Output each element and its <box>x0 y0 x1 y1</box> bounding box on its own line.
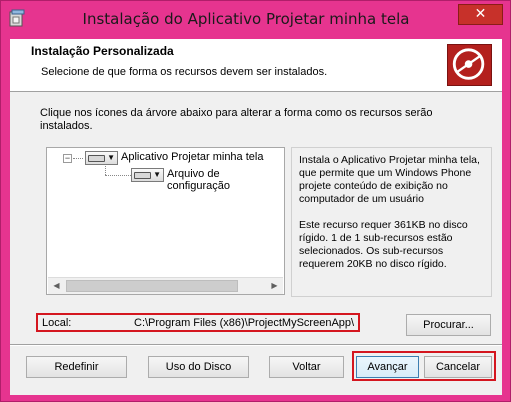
feature-state-dropdown[interactable]: ▼ <box>85 151 118 165</box>
chevron-down-icon: ▼ <box>153 170 161 179</box>
location-path: C:\Program Files (x86)\ProjectMyScreenAp… <box>134 317 355 329</box>
installer-icon <box>9 9 25 27</box>
instructions-text: Clique nos ícones da árvore abaixo para … <box>40 107 433 132</box>
reset-button[interactable]: Redefinir <box>26 356 127 378</box>
tree-connector <box>105 175 131 176</box>
horizontal-scrollbar[interactable]: ◀ ▶ <box>48 277 283 294</box>
cancel-button[interactable]: Cancelar <box>424 356 492 378</box>
tree-item-app[interactable]: Aplicativo Projetar minha tela <box>121 151 263 163</box>
close-button[interactable]: ✕ <box>458 4 503 25</box>
page-subtitle: Selecione de que forma os recursos devem… <box>41 66 328 78</box>
scroll-left-icon[interactable]: ◀ <box>48 278 65 294</box>
feature-description: Instala o Aplicativo Projetar minha tela… <box>291 147 492 297</box>
chevron-down-icon: ▼ <box>107 153 115 162</box>
location-box: Local: C:\Program Files (x86)\ProjectMyS… <box>36 313 360 332</box>
back-button[interactable]: Voltar <box>269 356 344 378</box>
next-button[interactable]: Avançar <box>356 356 419 378</box>
disc-icon <box>447 44 492 86</box>
installer-window: Instalação do Aplicativo Projetar minha … <box>0 0 511 402</box>
dialog-header: Instalação Personalizada Selecione de qu… <box>10 39 502 92</box>
browse-button[interactable]: Procurar... <box>406 314 491 336</box>
tree-connector <box>73 158 83 159</box>
collapse-icon[interactable]: − <box>63 154 72 163</box>
description-text: Instala o Aplicativo Projetar minha tela… <box>299 154 480 205</box>
requirements-text: Este recurso requer 361KB no disco rígid… <box>299 219 468 270</box>
title-bar[interactable]: Instalação do Aplicativo Projetar minha … <box>1 1 510 39</box>
drive-icon <box>88 155 105 162</box>
feature-state-dropdown[interactable]: ▼ <box>131 168 164 182</box>
footer-divider <box>10 344 502 346</box>
page-title: Instalação Personalizada <box>31 44 174 58</box>
dialog-body: Instalação Personalizada Selecione de qu… <box>10 39 502 395</box>
drive-icon <box>134 172 151 179</box>
location-label: Local: <box>42 317 72 329</box>
feature-tree[interactable]: − ▼ Aplicativo Projetar minha tela ▼ Arq… <box>46 147 285 295</box>
scrollbar-thumb[interactable] <box>66 280 238 292</box>
scroll-right-icon[interactable]: ▶ <box>266 278 283 294</box>
disk-usage-button[interactable]: Uso do Disco <box>148 356 249 378</box>
tree-connector <box>105 166 106 175</box>
window-title: Instalação do Aplicativo Projetar minha … <box>82 10 410 28</box>
tree-item-config[interactable]: Arquivo de configuração <box>167 168 284 192</box>
